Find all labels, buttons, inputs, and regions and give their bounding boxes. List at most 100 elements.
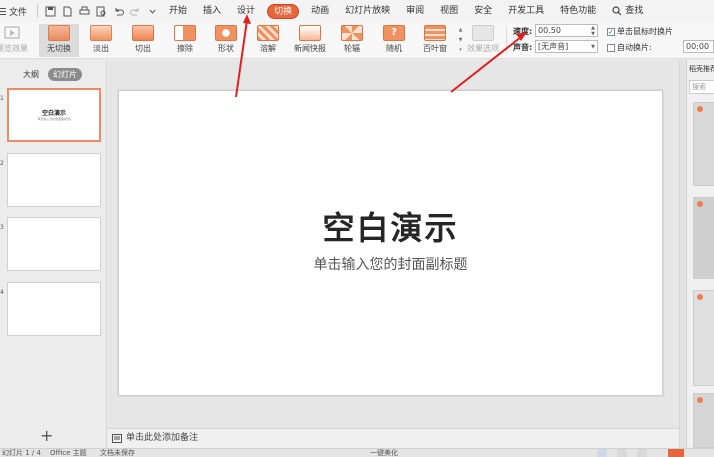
auto-advance-value: 00:00 — [686, 42, 710, 51]
auto-advance-label: 自动换片: — [617, 43, 652, 52]
transition-newsflash[interactable]: 新闻快报 — [290, 24, 330, 57]
tab-start[interactable]: 开始 — [161, 0, 195, 22]
print-icon[interactable] — [79, 6, 90, 17]
transition-dissolve-icon — [257, 25, 279, 41]
transition-wheel[interactable]: 轮辐 — [332, 24, 372, 57]
tab-slideshow[interactable]: 幻灯片放映 — [337, 0, 398, 22]
notes-icon — [112, 434, 122, 443]
auto-advance-time-input[interactable]: 00:00 — [683, 40, 714, 53]
chevron-down-icon[interactable] — [147, 6, 158, 17]
transition-shape[interactable]: 形状 — [206, 24, 246, 57]
pane-scrollbar[interactable] — [680, 60, 687, 448]
pane-tabs: 大纲 幻灯片 — [18, 68, 82, 81]
transition-cut-icon — [132, 25, 154, 41]
slide-title[interactable]: 空白演示 — [119, 203, 662, 249]
undo-icon[interactable] — [113, 6, 124, 17]
speed-value: 00.50 — [538, 26, 561, 35]
transition-label: 擦除 — [177, 44, 193, 53]
template-card[interactable] — [693, 393, 714, 448]
template-badge-icon — [697, 397, 703, 403]
slide-number: 2 — [0, 160, 4, 167]
auto-advance-checkbox[interactable]: 自动换片: — [607, 42, 652, 53]
slide-subtitle[interactable]: 单击输入您的封面副标题 — [119, 254, 662, 274]
backup-status[interactable]: 文档未保存 — [100, 449, 135, 457]
template-badge-icon — [697, 106, 703, 112]
tab-transition[interactable]: 切换 — [267, 3, 300, 19]
tab-insert[interactable]: 插入 — [195, 0, 229, 22]
tab-outline[interactable]: 大纲 — [18, 68, 44, 81]
transition-wipe-icon — [174, 25, 196, 41]
transition-label: 溶解 — [260, 44, 276, 53]
slide-thumbnail-1[interactable]: 空白演示 单击输入您的封面副标题 — [7, 88, 101, 142]
template-card[interactable] — [693, 197, 714, 279]
play-slideshow-icon[interactable] — [668, 449, 684, 457]
beautify-button[interactable]: 一键美化 — [370, 449, 398, 457]
hamburger-icon — [0, 7, 6, 15]
effect-options-button[interactable]: 效果选项 — [463, 24, 503, 57]
speed-input[interactable]: 00.50 ▲ ▼ — [535, 24, 598, 37]
print-preview-icon[interactable] — [96, 6, 107, 17]
divider — [506, 26, 507, 54]
slide-number: 1 — [0, 95, 4, 102]
template-badge-icon — [697, 294, 703, 300]
tab-animation[interactable]: 动画 — [303, 0, 337, 22]
export-pdf-icon[interactable] — [62, 6, 73, 17]
transition-label: 百叶窗 — [423, 44, 447, 53]
slide-number: 4 — [0, 289, 4, 296]
template-card[interactable] — [693, 290, 714, 386]
transition-none-icon — [48, 25, 70, 41]
tab-review[interactable]: 审阅 — [398, 0, 432, 22]
slide-thumbnail-2[interactable] — [7, 153, 101, 207]
thumb-subtitle: 单击输入您的封面副标题 — [37, 117, 71, 121]
transition-shape-icon — [215, 25, 237, 41]
reading-view-icon[interactable] — [637, 449, 647, 457]
checkbox-checked-icon: ✓ — [607, 27, 615, 36]
transition-label: 随机 — [386, 44, 402, 53]
tab-slides[interactable]: 幻灯片 — [48, 68, 82, 81]
preview-effect-button[interactable]: 预览效果 — [0, 24, 32, 57]
thumb-title: 空白演示 — [41, 110, 66, 117]
search-command[interactable]: 查找 — [604, 0, 651, 22]
spinner-icon[interactable]: ▲ ▼ — [591, 25, 595, 37]
search-icon — [612, 6, 622, 16]
transition-cut[interactable]: 切出 — [123, 24, 163, 57]
normal-view-icon[interactable] — [597, 449, 607, 457]
slide-canvas[interactable]: 空白演示 单击输入您的封面副标题 — [118, 90, 663, 396]
tab-design[interactable]: 设计 — [229, 0, 263, 22]
transition-label: 轮辐 — [344, 44, 360, 53]
divider — [37, 4, 39, 18]
template-search-input[interactable]: 搜索 — [689, 80, 714, 94]
sorter-view-icon[interactable] — [617, 449, 627, 457]
slide-number: 3 — [0, 224, 4, 231]
slide-thumbnail-pane: 大纲 幻灯片 1 空白演示 单击输入您的封面副标题 2 3 4 + — [0, 60, 107, 448]
menu-bar: 文件 开始 插入 设计 切换 动画 幻灯片放映 审阅 视图 安全 开发工具 特色… — [0, 0, 714, 22]
tab-view[interactable]: 视图 — [432, 0, 466, 22]
redo-icon[interactable] — [130, 6, 141, 17]
transition-fade[interactable]: 淡出 — [81, 24, 121, 57]
sound-select[interactable]: [无声音] ▼ — [535, 40, 598, 53]
preview-effect-label: 预览效果 — [0, 44, 28, 53]
transition-wipe[interactable]: 擦除 — [165, 24, 205, 57]
click-advance-checkbox[interactable]: ✓ 单击鼠标时换片 — [607, 26, 673, 37]
effect-options-icon — [472, 25, 494, 41]
click-advance-label: 单击鼠标时换片 — [617, 27, 673, 36]
slide-counter: 幻灯片 1 / 4 — [2, 449, 41, 457]
slide-thumbnail-4[interactable] — [7, 282, 101, 336]
effect-options-label: 效果选项 — [467, 44, 499, 53]
search-label: 查找 — [625, 6, 644, 16]
tab-security[interactable]: 安全 — [466, 0, 500, 22]
transition-none[interactable]: 无切换 — [39, 24, 79, 57]
transition-random[interactable]: ? 随机 — [374, 24, 414, 57]
template-pane-title: 稻壳推荐 — [689, 65, 714, 73]
tab-developer[interactable]: 开发工具 — [500, 0, 552, 22]
add-slide-button[interactable]: + — [40, 426, 53, 445]
file-menu[interactable]: 文件 — [0, 0, 33, 22]
notes-bar[interactable]: 单击此处添加备注 — [108, 428, 679, 448]
transition-blinds[interactable]: 百叶窗 — [415, 24, 455, 57]
template-card[interactable] — [693, 102, 714, 186]
tab-features[interactable]: 特色功能 — [552, 0, 604, 22]
transition-label: 形状 — [218, 44, 234, 53]
save-icon[interactable] — [45, 6, 56, 17]
transition-dissolve[interactable]: 溶解 — [248, 24, 288, 57]
slide-thumbnail-3[interactable] — [7, 217, 101, 271]
